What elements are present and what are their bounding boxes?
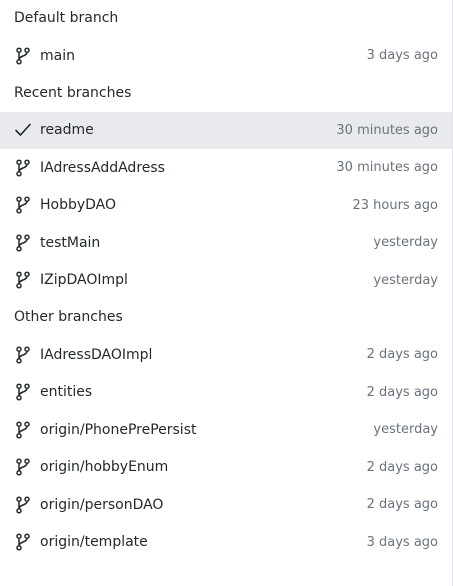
- branch-item[interactable]: origin/hobbyEnum 2 days ago: [0, 449, 452, 487]
- git-branch-icon: [14, 159, 32, 177]
- branch-time: 2 days ago: [366, 347, 438, 363]
- branch-name: IAdressAddAdress: [40, 159, 165, 176]
- branch-item[interactable]: main 3 days ago: [0, 37, 452, 75]
- git-branch-icon: [14, 196, 32, 214]
- git-branch-icon: [14, 271, 32, 289]
- branch-time: 3 days ago: [366, 534, 438, 550]
- branch-time: 30 minutes ago: [336, 160, 438, 176]
- git-branch-icon: [14, 496, 32, 514]
- branch-item[interactable]: IAdressAddAdress 30 minutes ago: [0, 149, 452, 187]
- branch-item[interactable]: origin/template 3 days ago: [0, 524, 452, 562]
- branch-name: origin/personDAO: [40, 496, 164, 513]
- branch-name: entities: [40, 384, 93, 401]
- branch-item[interactable]: entities 2 days ago: [0, 374, 452, 412]
- git-branch-icon: [14, 47, 32, 65]
- branch-time: 2 days ago: [366, 459, 438, 475]
- section-header: Default branch: [14, 10, 119, 26]
- check-icon: [14, 121, 32, 139]
- branch-item[interactable]: IAdressDAOImpl 2 days ago: [0, 336, 452, 374]
- section-header: Other branches: [14, 309, 123, 325]
- branch-time: 2 days ago: [366, 384, 438, 400]
- branch-item[interactable]: origin/PhonePrePersist yesterday: [0, 411, 452, 449]
- branch-item[interactable]: readme 30 minutes ago: [0, 111, 452, 149]
- branch-time: 30 minutes ago: [336, 122, 438, 138]
- branch-name: IZipDAOImpl: [40, 272, 128, 289]
- branch-name: HobbyDAO: [40, 197, 117, 214]
- branch-item[interactable]: testMain yesterday: [0, 224, 452, 262]
- branch-time: yesterday: [373, 235, 438, 251]
- branch-time: 23 hours ago: [352, 197, 438, 213]
- git-branch-icon: [14, 234, 32, 252]
- branch-name: origin/template: [40, 534, 148, 551]
- section-header: Recent branches: [14, 84, 132, 101]
- branch-name: origin/PhonePrePersist: [40, 421, 197, 438]
- branch-time: 2 days ago: [366, 497, 438, 513]
- branch-name: readme: [40, 122, 94, 139]
- git-branch-icon: [14, 346, 32, 364]
- branch-name: testMain: [40, 234, 101, 251]
- git-branch-icon: [14, 383, 32, 401]
- branch-item[interactable]: origin/personDAO 2 days ago: [0, 486, 452, 524]
- branch-list-panel: Default branch main 3 days ago Recent branc…: [0, 0, 453, 586]
- branch-item[interactable]: HobbyDAO 23 hours ago: [0, 187, 452, 225]
- branch-time: yesterday: [373, 272, 438, 288]
- git-branch-icon: [14, 421, 32, 439]
- branch-name: origin/hobbyEnum: [40, 459, 169, 476]
- git-branch-icon: [14, 458, 32, 476]
- branch-time: 3 days ago: [366, 48, 438, 64]
- git-branch-icon: [14, 533, 32, 551]
- branch-item[interactable]: IZipDAOImpl yesterday: [0, 262, 452, 300]
- branch-name: main: [40, 47, 75, 64]
- branch-name: IAdressDAOImpl: [40, 346, 153, 363]
- branch-time: yesterday: [373, 422, 438, 438]
